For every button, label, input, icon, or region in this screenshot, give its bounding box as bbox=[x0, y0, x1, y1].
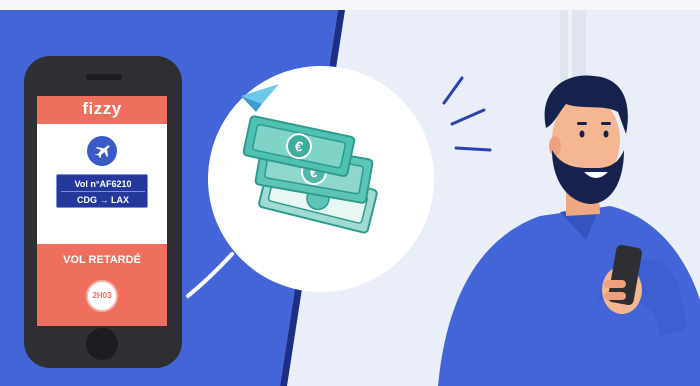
delay-duration-badge: 2H03 bbox=[86, 280, 118, 312]
flight-number: Vol n°AF6210 bbox=[74, 179, 132, 189]
flight-info-box: Vol n°AF6210 CDG → LAX bbox=[56, 174, 148, 208]
delay-duration: 2H03 bbox=[92, 291, 112, 300]
flight-divider bbox=[61, 191, 145, 192]
delay-status-panel: VOL RETARDÉ 2H03 bbox=[37, 244, 167, 326]
app-logo: fizzy bbox=[82, 99, 122, 118]
phone-home-button bbox=[86, 328, 118, 360]
money-bubble bbox=[208, 66, 434, 292]
flight-route: CDG → LAX bbox=[76, 195, 129, 205]
phone-screen: fizzy Vol n°AF6210 CDG → LAX VOL RETARDÉ… bbox=[37, 96, 167, 326]
plane-icon bbox=[87, 136, 117, 166]
delay-status-label: VOL RETARDÉ bbox=[63, 254, 141, 266]
illustration-scene: fizzy Vol n°AF6210 CDG → LAX VOL RETARDÉ… bbox=[0, 0, 700, 386]
smartphone: fizzy Vol n°AF6210 CDG → LAX VOL RETARDÉ… bbox=[24, 56, 182, 368]
phone-speaker bbox=[86, 74, 122, 80]
app-header: fizzy bbox=[37, 96, 167, 124]
